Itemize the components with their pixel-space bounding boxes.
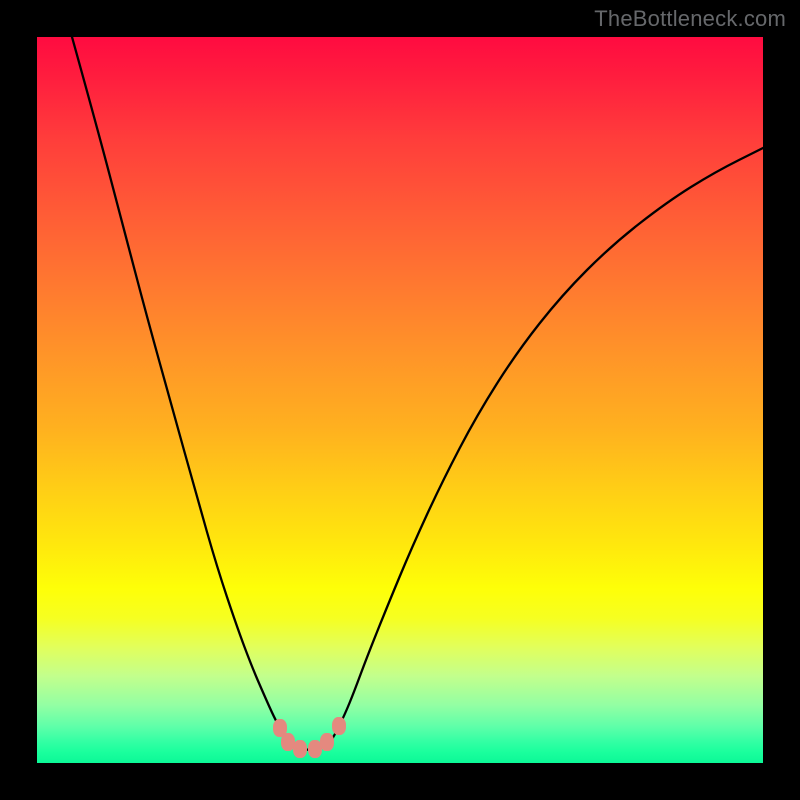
plot-area [37,37,763,763]
well-marker [332,717,346,735]
well-marker [293,740,307,758]
well-markers [273,717,346,758]
watermark-text: TheBottleneck.com [594,6,786,32]
well-marker [281,733,295,751]
well-marker [308,740,322,758]
curve-svg [37,37,763,763]
chart-frame: TheBottleneck.com [0,0,800,800]
bottleneck-curve [72,37,763,750]
well-marker [320,733,334,751]
